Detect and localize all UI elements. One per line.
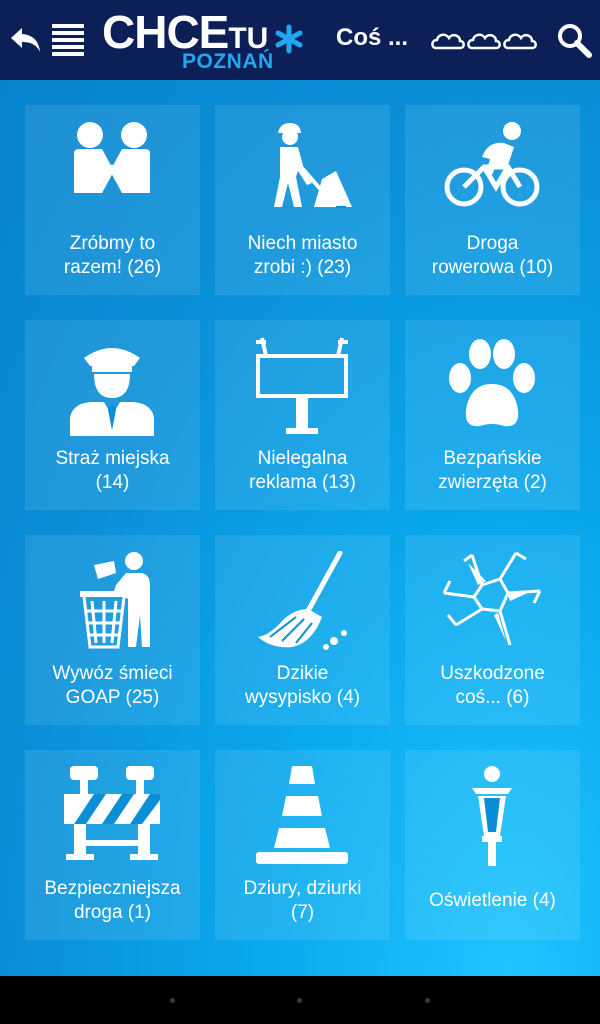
street-lamp-icon (472, 766, 512, 866)
trash-disposal-icon (80, 552, 150, 649)
search-icon[interactable] (556, 22, 592, 58)
category-tile-oswietlenie[interactable]: Oświetlenie (4) (405, 750, 580, 940)
nav-home-dot-icon[interactable] (297, 998, 302, 1003)
cyclist-icon (444, 122, 540, 207)
cloud-icons (431, 33, 537, 50)
category-label: Niech miasto zrobi :) (23) (247, 233, 358, 278)
category-grid: Zróbmy to razem! (26) Niech miasto zrobi… (0, 80, 600, 976)
category-tile-niech-miasto-zrobi[interactable]: Niech miasto zrobi :) (23) (215, 105, 390, 295)
logo-city: POZNAŃ (182, 50, 274, 73)
category-tile-dzikie-wysypisko[interactable]: Dzikie wysypisko (4) (215, 535, 390, 725)
action-bar: CHCETU POZNAŃ Coś ... (0, 0, 600, 80)
page-title[interactable]: Coś ... (336, 24, 408, 52)
nav-back-dot-icon[interactable] (170, 998, 175, 1003)
category-label: Bezpańskie zwierzęta (2) (438, 448, 547, 493)
category-tile-wywoz-smieci[interactable]: Wywóz śmieci GOAP (25) (25, 535, 200, 725)
category-label: Uszkodzone coś... (6) (440, 663, 545, 708)
category-tile-zrobmy-to-razem[interactable]: Zróbmy to razem! (26) (25, 105, 200, 295)
category-label: Dzikie wysypisko (4) (244, 663, 361, 708)
category-tile-bezpieczniejsza-droga[interactable]: Bezpieczniejsza droga (1) (25, 750, 200, 940)
nav-recents-dot-icon[interactable] (425, 998, 430, 1003)
broken-glass-icon (442, 551, 542, 646)
road-barrier-icon (64, 766, 160, 860)
category-label: Droga rowerowa (10) (431, 233, 554, 278)
category-label: Bezpieczniejsza droga (1) (44, 878, 181, 923)
category-tile-dziury-dziurki[interactable]: Dziury, dziurki (7) (215, 750, 390, 940)
system-navigation-bar (0, 976, 600, 1024)
category-label: Wywóz śmieci GOAP (25) (52, 663, 173, 708)
people-handshake-icon (74, 122, 150, 193)
paw-print-icon (449, 339, 535, 427)
broom-icon (258, 551, 347, 650)
category-tile-straz-miejska[interactable]: Straż miejska (14) (25, 320, 200, 510)
road-worker-icon (274, 123, 352, 208)
category-label: Zróbmy to razem! (26) (63, 233, 162, 278)
app-logo[interactable]: CHCETU POZNAŃ (102, 2, 312, 76)
police-officer-icon (70, 348, 154, 436)
category-label: Straż miejska (14) (55, 448, 170, 493)
category-label: Oświetlenie (4) (429, 890, 556, 911)
category-label: Nielegalna reklama (13) (249, 448, 356, 493)
category-tile-bezpanskie-zwierzeta[interactable]: Bezpańskie zwierzęta (2) (405, 320, 580, 510)
billboard-icon (256, 337, 348, 434)
category-tile-uszkodzone-cos[interactable]: Uszkodzone coś... (6) (405, 535, 580, 725)
hamburger-menu-icon[interactable] (52, 22, 84, 58)
category-tile-droga-rowerowa[interactable]: Droga rowerowa (10) (405, 105, 580, 295)
category-tile-nielegalna-reklama[interactable]: Nielegalna reklama (13) (215, 320, 390, 510)
traffic-cone-icon (256, 766, 348, 864)
category-label: Dziury, dziurki (7) (243, 878, 362, 923)
asterisk-icon (275, 24, 303, 54)
back-arrow-icon[interactable] (8, 22, 44, 58)
